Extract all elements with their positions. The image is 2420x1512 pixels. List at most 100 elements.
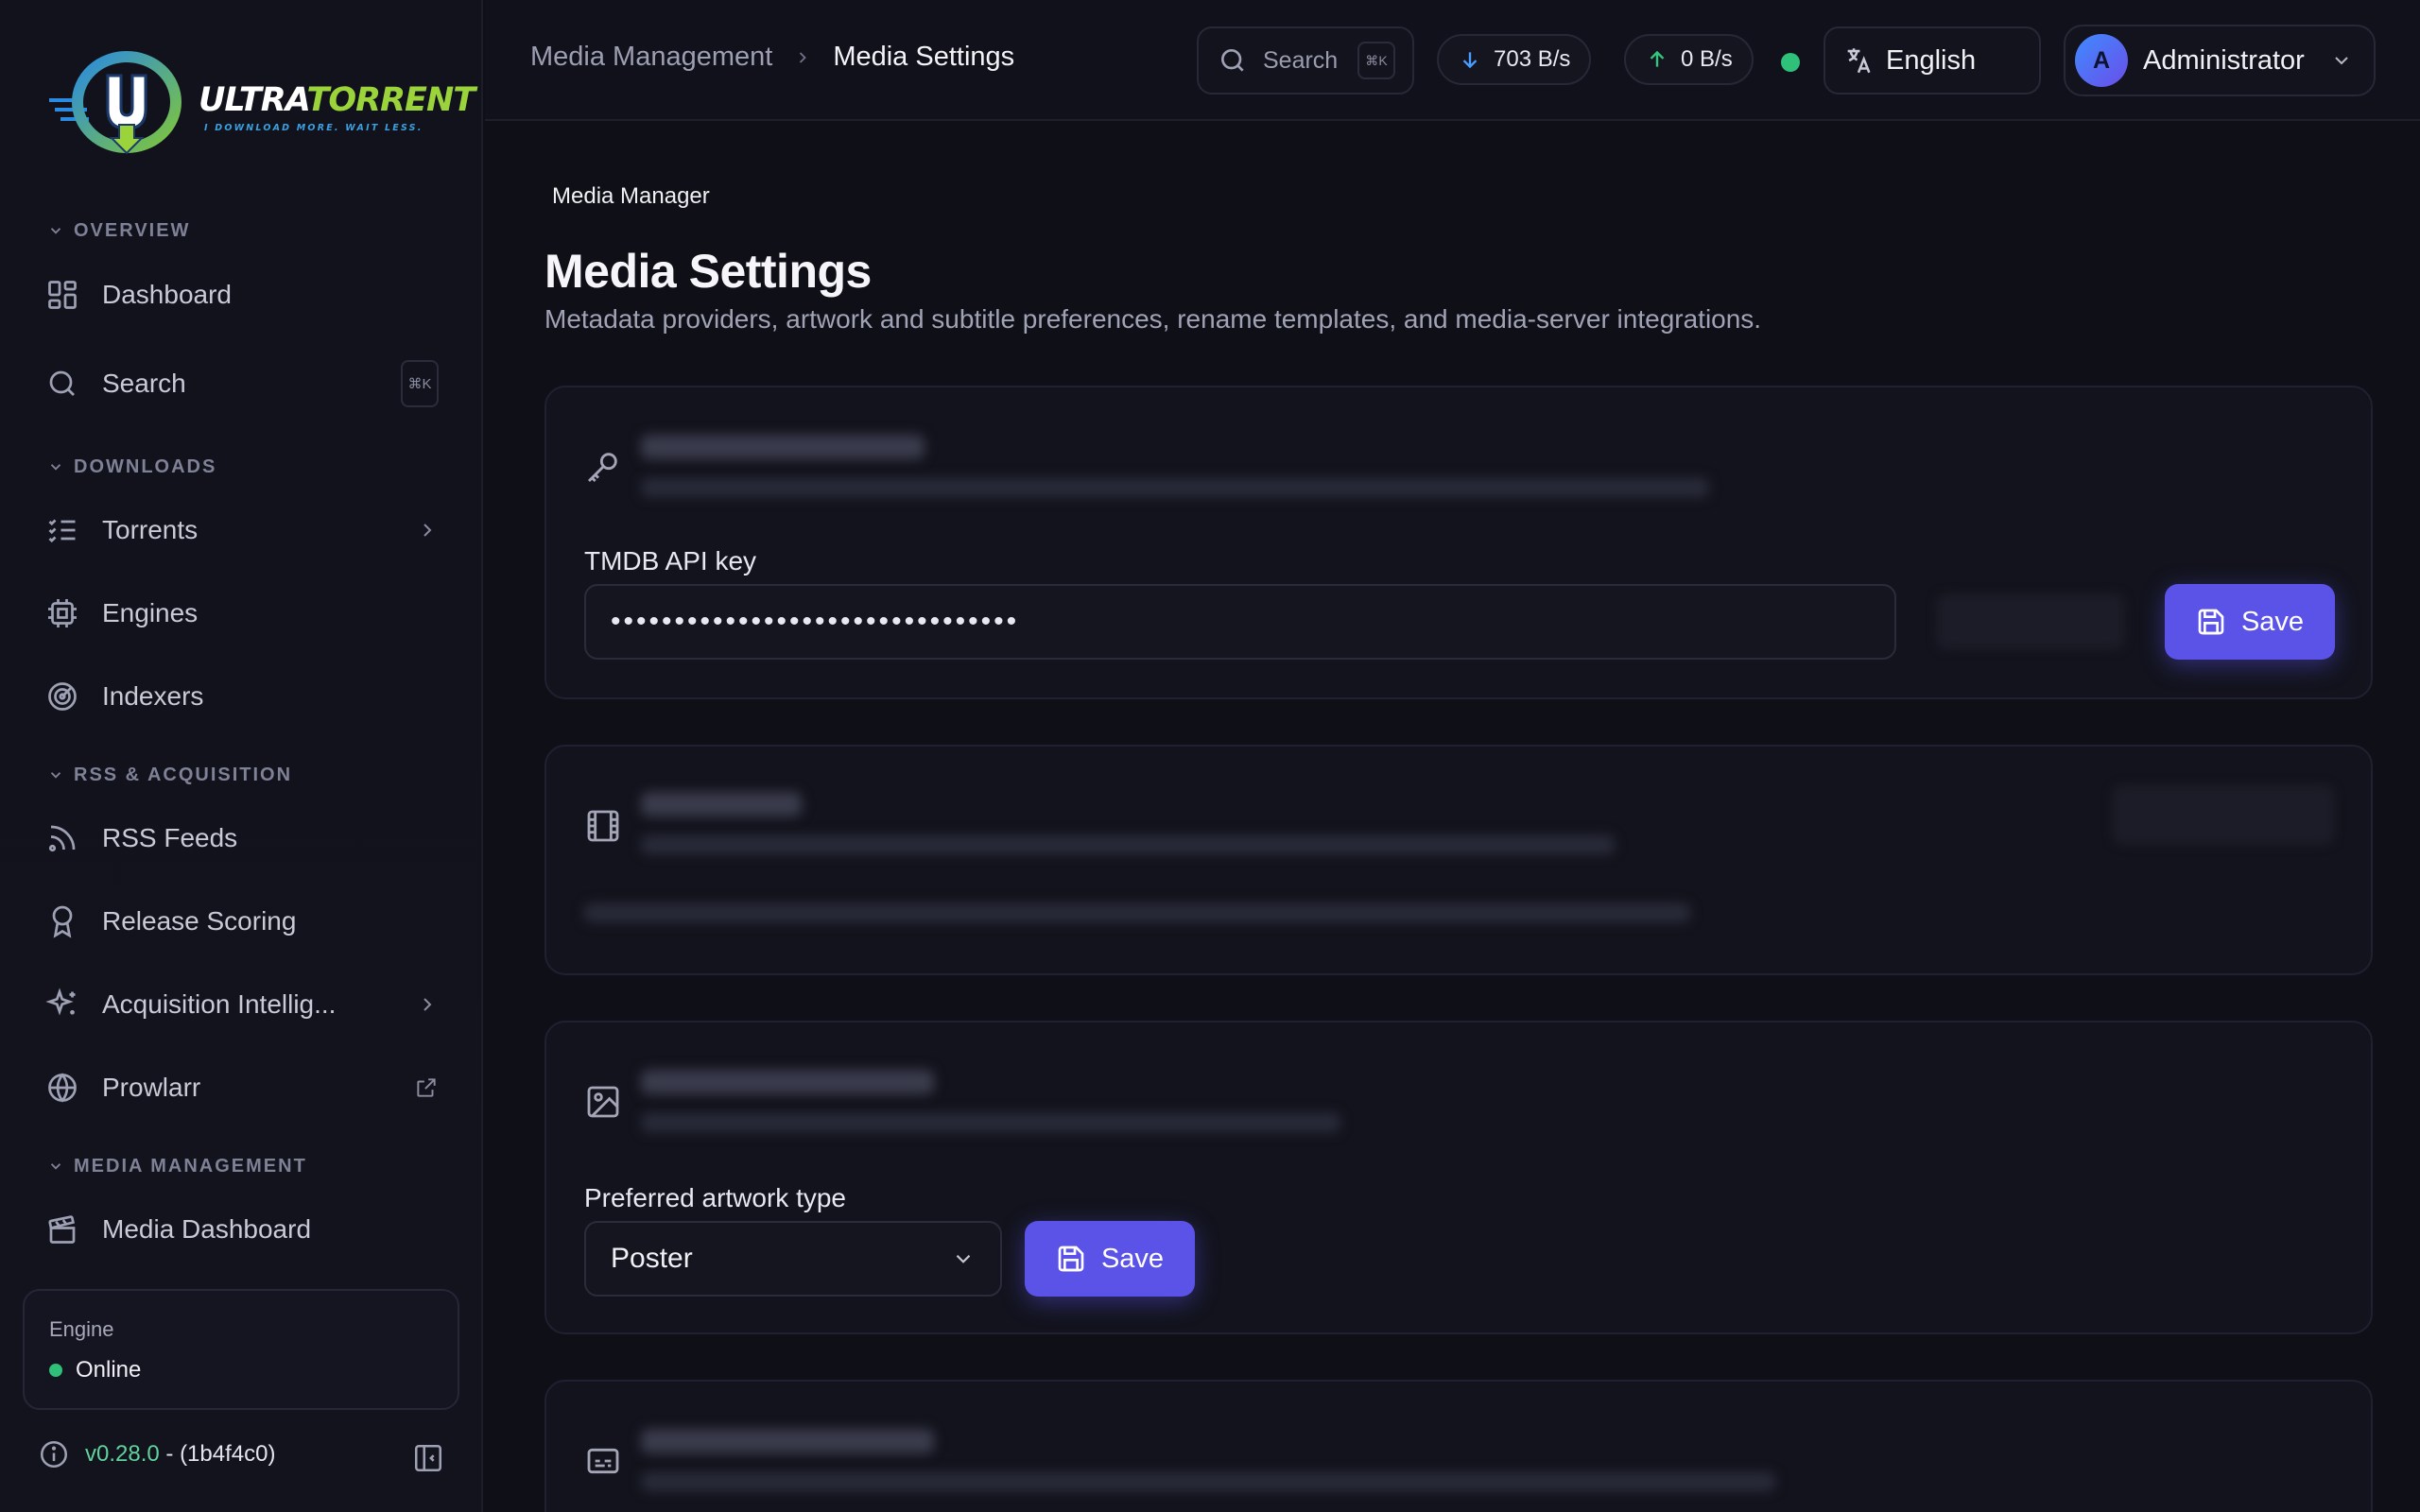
sidebar-item-label: Engines — [102, 598, 199, 627]
card-note-blurred — [584, 903, 1690, 922]
connection-status-dot — [1781, 53, 1800, 72]
engine-status-card: Engine Online — [23, 1289, 459, 1410]
page-title: Media Settings — [544, 245, 872, 298]
user-menu-button[interactable]: A Administrator — [2064, 25, 2376, 96]
engine-label: Engine — [49, 1317, 114, 1341]
chevron-down-icon — [50, 772, 61, 779]
save-artwork-button[interactable]: Save — [1025, 1221, 1195, 1297]
sidebar-item-label: Dashboard — [102, 280, 232, 309]
save-label: Save — [2240, 606, 2305, 637]
sidebar-item-indexers[interactable]: Indexers — [26, 662, 452, 730]
breadcrumb-current: Media Settings — [833, 42, 1015, 72]
card-description-blurred — [641, 835, 1615, 854]
section-label: RSS & ACQUISITION — [74, 764, 293, 785]
arrow-down-icon — [1462, 52, 1478, 69]
sidebar-item-search[interactable]: Search ⌘K — [26, 350, 452, 418]
page-eyebrow: Media Manager — [552, 183, 710, 209]
breadcrumb-media-management[interactable]: Media Management — [530, 42, 772, 73]
subtitles-icon — [584, 1442, 622, 1480]
subtitle-preferences-card — [544, 1380, 2373, 1512]
download-speed: 703 B/s — [1494, 46, 1571, 72]
breadcrumb: Media Management Media Settings — [530, 42, 1014, 73]
external-link-icon — [414, 1075, 439, 1100]
sidebar-item-acquisition-intelligence[interactable]: Acquisition Intellig... — [26, 971, 452, 1039]
section-label: OVERVIEW — [74, 219, 191, 241]
section-rss-acquisition[interactable]: RSS & ACQUISITION — [47, 761, 292, 789]
section-label: DOWNLOADS — [74, 455, 217, 477]
sidebar-item-dashboard[interactable]: Dashboard — [26, 261, 452, 329]
card-description-blurred — [641, 1472, 1775, 1491]
save-icon — [1058, 1246, 1084, 1272]
page-subtitle: Metadata providers, artwork and subtitle… — [544, 304, 1762, 334]
chevron-down-icon — [2330, 49, 2353, 72]
section-label: MEDIA MANAGEMENT — [74, 1155, 307, 1177]
version-number: v0.28.0 — [85, 1441, 160, 1467]
configure-nfo-button-blurred[interactable] — [2112, 784, 2335, 845]
card-title-blurred — [641, 1429, 934, 1453]
search-placeholder: Search — [1263, 46, 1339, 74]
global-search-button[interactable]: Search ⌘K — [1197, 26, 1414, 94]
sidebar-item-label: Media Dashboard — [102, 1214, 312, 1244]
section-overview[interactable]: OVERVIEW — [47, 216, 190, 245]
preferred-artwork-label: Preferred artwork type — [584, 1183, 846, 1212]
sidebar-item-engines[interactable]: Engines — [26, 579, 452, 647]
status-dot — [49, 1364, 62, 1377]
save-tmdb-key-button[interactable]: Save — [2165, 584, 2335, 660]
logo-wordmark: ULTRATORRENT — [199, 81, 475, 119]
test-key-button-blurred[interactable] — [1936, 593, 2125, 650]
sidebar-item-label: RSS Feeds — [102, 823, 238, 852]
save-label: Save — [1100, 1243, 1165, 1274]
preferred-artwork-value: Poster — [611, 1243, 693, 1274]
sidebar-item-media-dashboard[interactable]: Media Dashboard — [26, 1195, 452, 1263]
clapperboard-icon — [45, 1212, 79, 1246]
sidebar-item-torrents[interactable]: Torrents — [26, 496, 452, 564]
sidebar-item-label: Release Scoring — [102, 906, 297, 936]
card-description-blurred — [641, 478, 1709, 497]
image-icon — [584, 1083, 622, 1121]
download-speed-badge: 703 B/s — [1437, 34, 1592, 85]
sidebar-item-rss-feeds[interactable]: RSS Feeds — [26, 804, 452, 872]
preferred-artwork-select[interactable]: Poster — [584, 1221, 1002, 1297]
cpu-icon — [45, 596, 79, 630]
tmdb-api-key-input[interactable]: •••••••••••••••••••••••••••••••• — [584, 584, 1896, 660]
search-icon — [1218, 45, 1248, 76]
nfo-provider-card — [544, 745, 2373, 975]
sidebar-item-label: Torrents — [102, 515, 199, 544]
upload-speed: 0 B/s — [1681, 46, 1733, 72]
collapse-sidebar-icon[interactable] — [412, 1442, 444, 1474]
shortcut-badge: ⌘K — [401, 360, 439, 407]
sidebar-item-label: Acquisition Intellig... — [102, 989, 337, 1019]
engine-status: Online — [49, 1357, 141, 1383]
shortcut-badge: ⌘K — [1357, 42, 1395, 79]
card-title-blurred — [641, 1070, 934, 1094]
arrow-up-icon — [1650, 50, 1665, 67]
ultratorrent-logo[interactable]: ULTRATORRENT I DOWNLOAD MORE. WAIT LESS. — [45, 47, 475, 161]
user-name: Administrator — [2143, 44, 2305, 76]
chevron-right-icon — [416, 993, 439, 1016]
chevron-down-icon — [50, 228, 61, 234]
engine-status-text: Online — [76, 1357, 142, 1383]
chevron-right-icon — [416, 519, 439, 541]
globe-icon — [45, 1071, 79, 1105]
main-content: Media Manager Media Settings Metadata pr… — [485, 123, 2420, 1512]
card-title-blurred — [641, 435, 925, 459]
card-description-blurred — [641, 1113, 1340, 1132]
section-downloads[interactable]: DOWNLOADS — [47, 453, 216, 481]
section-media-management[interactable]: MEDIA MANAGEMENT — [47, 1152, 307, 1180]
sidebar-item-prowlarr[interactable]: Prowlarr — [26, 1054, 452, 1122]
artwork-preferences-card: Preferred artwork type Poster Save — [544, 1021, 2373, 1334]
sidebar: ULTRATORRENT I DOWNLOAD MORE. WAIT LESS.… — [0, 0, 483, 1512]
sparkles-icon — [45, 988, 79, 1022]
chevron-down-icon — [50, 464, 61, 471]
chevron-down-icon — [50, 1163, 61, 1170]
logo-emblem-icon — [49, 51, 182, 155]
search-icon — [45, 367, 79, 401]
tmdb-api-key-label: TMDB API key — [584, 546, 757, 576]
sidebar-item-release-scoring[interactable]: Release Scoring — [26, 887, 452, 955]
translate-icon — [1842, 44, 1875, 77]
sidebar-item-label: Search — [102, 369, 186, 398]
version-info: v0.28.0 - (1b4f4c0) — [38, 1438, 275, 1470]
language-selector[interactable]: English — [1824, 26, 2041, 94]
radar-icon — [45, 679, 79, 713]
metadata-providers-card: TMDB API key •••••••••••••••••••••••••••… — [544, 386, 2373, 699]
